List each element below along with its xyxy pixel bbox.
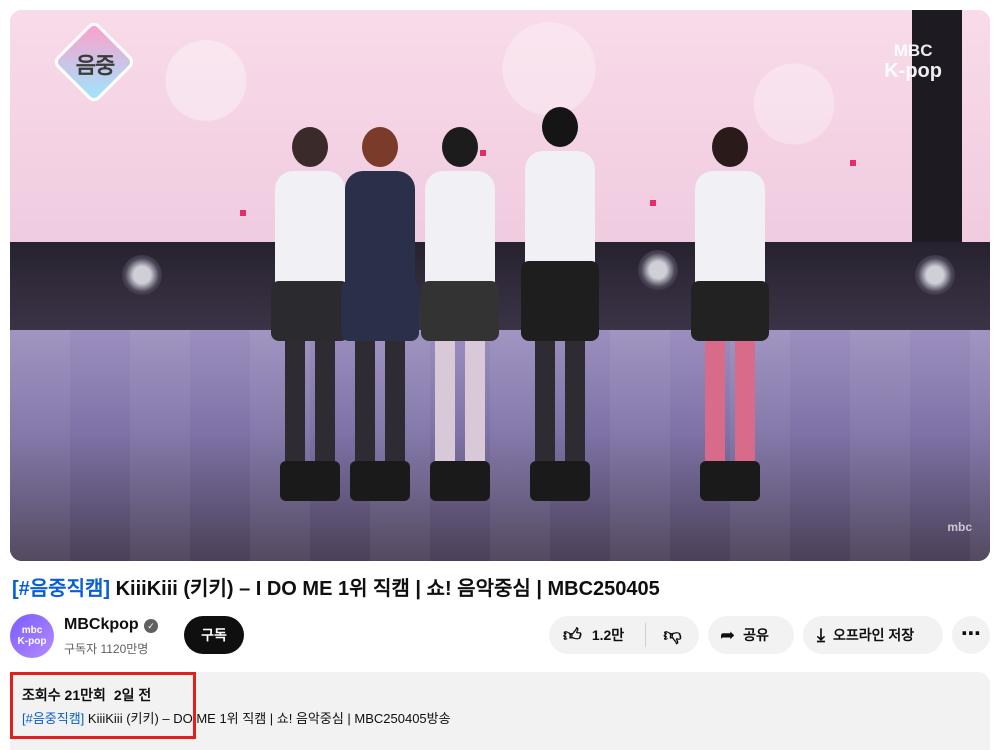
dislike-button[interactable]: 👎︎ bbox=[646, 616, 699, 654]
like-button[interactable]: 👍︎ 1.2만 bbox=[549, 616, 645, 654]
download-icon: ⤓ bbox=[817, 624, 825, 645]
channel-watermark: MBC K-pop bbox=[884, 42, 942, 81]
performer bbox=[340, 127, 420, 501]
performer bbox=[420, 127, 500, 501]
share-button[interactable]: ➦ 공유 bbox=[708, 616, 794, 654]
stage-light-dot bbox=[650, 200, 656, 206]
stage-light-dot bbox=[850, 160, 856, 166]
channel-name[interactable]: MBCkpop bbox=[64, 616, 139, 634]
watermark-line-2: K-pop bbox=[884, 60, 942, 82]
channel-avatar[interactable]: mbc K-pop bbox=[10, 614, 54, 658]
stage-light bbox=[122, 255, 162, 295]
performer bbox=[270, 127, 350, 501]
stage-floor bbox=[10, 330, 990, 561]
stage-background bbox=[10, 10, 990, 245]
watermark-line-1: MBC bbox=[893, 41, 933, 60]
corner-watermark: mbc bbox=[947, 520, 972, 534]
subscriber-count: 구독자 1120만명 bbox=[64, 642, 149, 656]
thumbs-down-icon: 👎︎ bbox=[663, 625, 682, 645]
stage-light bbox=[915, 255, 955, 295]
offline-save-label: 오프라인 저장 bbox=[832, 627, 915, 643]
show-logo-text: 음중 bbox=[75, 53, 115, 78]
stage-light-dot bbox=[240, 210, 246, 216]
subscribe-button[interactable]: 구독 bbox=[184, 616, 244, 654]
like-count: 1.2만 bbox=[591, 627, 625, 643]
avatar-text-line-1: mbc bbox=[21, 625, 43, 636]
more-actions-button[interactable]: ⋯ bbox=[952, 616, 990, 654]
stage-light bbox=[638, 250, 678, 290]
title-text: KiiiKiii (키키) – I DO ME 1위 직캠 | 쇼! 음악중심 … bbox=[110, 578, 660, 600]
performer bbox=[690, 127, 770, 501]
share-arrow-icon: ➦ bbox=[720, 624, 736, 645]
video-title: [#음중직캠] KiiiKiii (키키) – I DO ME 1위 직캠 | … bbox=[12, 577, 988, 601]
video-player[interactable]: 음중 MBC K-pop mbc bbox=[10, 10, 990, 561]
thumbs-up-icon: 👍︎ bbox=[563, 625, 582, 645]
highlight-annotation-box bbox=[10, 672, 196, 739]
verified-badge-icon: ✓ bbox=[144, 619, 158, 633]
avatar-text-line-2: K-pop bbox=[17, 636, 47, 647]
like-dislike-bar: 👍︎ 1.2만 👎︎ bbox=[549, 616, 699, 654]
offline-save-button[interactable]: ⤓ 오프라인 저장 bbox=[803, 616, 943, 654]
performer bbox=[520, 107, 600, 501]
share-label: 공유 bbox=[743, 627, 769, 643]
title-hashtag-link[interactable]: [#음중직캠] bbox=[12, 578, 110, 600]
